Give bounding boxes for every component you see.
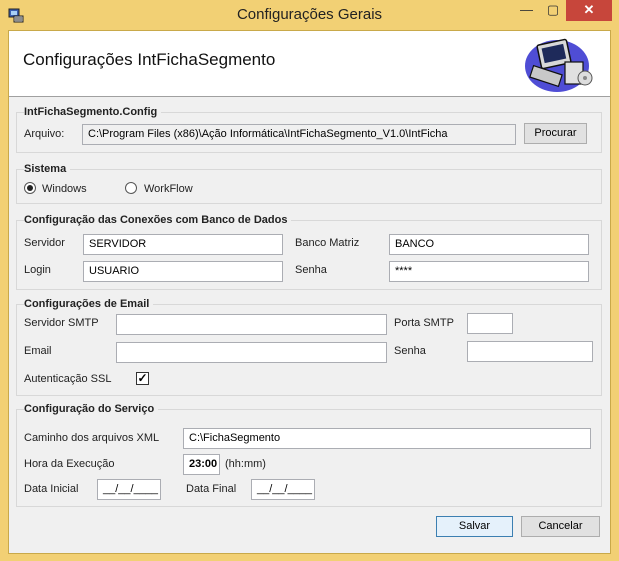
data-final-input[interactable]: __/__/____ <box>251 479 315 500</box>
windows-radio-label: Windows <box>42 183 87 195</box>
senha-db-label: Senha <box>295 264 327 276</box>
email-label: Email <box>24 345 52 357</box>
banco-matriz-input[interactable]: BANCO <box>389 234 589 255</box>
config-group-title: IntFichaSegmento.Config <box>24 106 162 118</box>
computer-icon <box>525 38 593 92</box>
login-input[interactable]: USUARIO <box>83 261 283 282</box>
senha-email-label: Senha <box>394 345 426 357</box>
minimize-button[interactable]: — <box>513 0 540 21</box>
data-final-label: Data Final <box>186 483 237 495</box>
windows-radio[interactable] <box>24 182 36 194</box>
workflow-radio[interactable] <box>125 182 137 194</box>
maximize-button[interactable]: ▢ <box>540 0 566 21</box>
senha-email-input[interactable] <box>467 341 593 362</box>
arquivo-label: Arquivo: <box>24 128 65 140</box>
hora-label: Hora da Execução <box>24 458 115 470</box>
close-button[interactable]: ✕ <box>566 0 612 21</box>
email-group-title: Configurações de Email <box>24 298 154 310</box>
arquivo-field[interactable]: C:\Program Files (x86)\Ação Informática\… <box>82 124 516 145</box>
banco-matriz-label: Banco Matriz <box>295 237 360 249</box>
login-label: Login <box>24 264 51 276</box>
radio-selected-dot <box>27 185 33 191</box>
porta-smtp-input[interactable] <box>467 313 513 334</box>
hora-hint: (hh:mm) <box>225 458 266 470</box>
caminho-label: Caminho dos arquivos XML <box>24 432 160 444</box>
ssl-checkbox[interactable]: ✓ <box>136 372 149 385</box>
data-inicial-input[interactable]: __/__/____ <box>97 479 161 500</box>
workflow-radio-label: WorkFlow <box>144 183 193 195</box>
servidor-label: Servidor <box>24 237 65 249</box>
smtp-label: Servidor SMTP <box>24 317 99 329</box>
smtp-input[interactable] <box>116 314 387 335</box>
ssl-label: Autenticação SSL <box>24 373 112 385</box>
email-input[interactable] <box>116 342 387 363</box>
servico-group-title: Configuração do Serviço <box>24 403 159 415</box>
cancelar-button[interactable]: Cancelar <box>521 516 600 537</box>
salvar-button[interactable]: Salvar <box>436 516 513 537</box>
db-group-title: Configuração das Conexões com Banco de D… <box>24 214 292 226</box>
data-inicial-label: Data Inicial <box>24 483 79 495</box>
hora-input[interactable]: 23:00 <box>183 454 220 475</box>
sistema-group-title: Sistema <box>24 163 71 175</box>
senha-db-input[interactable]: **** <box>389 261 589 282</box>
procurar-button[interactable]: Procurar <box>524 123 587 144</box>
servidor-input[interactable]: SERVIDOR <box>83 234 283 255</box>
sistema-group <box>16 169 602 204</box>
porta-smtp-label: Porta SMTP <box>394 317 454 329</box>
caminho-input[interactable]: C:\FichaSegmento <box>183 428 591 449</box>
page-title: Configurações IntFichaSegmento <box>23 50 276 69</box>
